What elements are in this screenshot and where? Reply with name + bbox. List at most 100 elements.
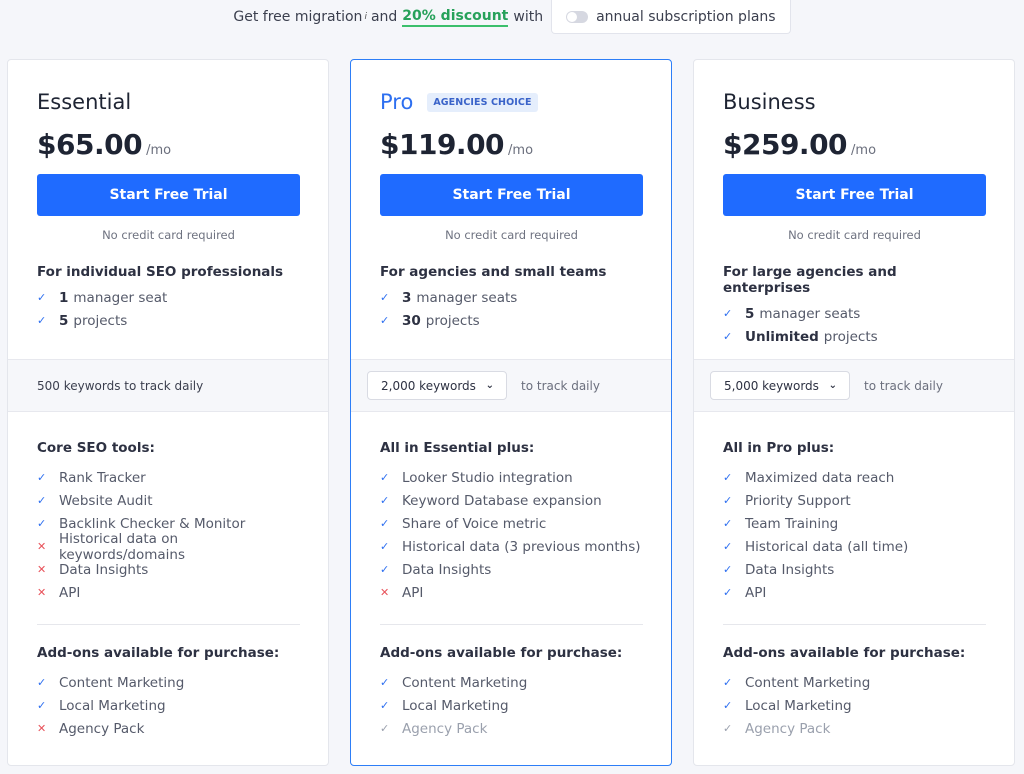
start-free-trial-button[interactable]: Start Free Trial bbox=[723, 174, 986, 216]
price-period: /mo bbox=[851, 143, 877, 158]
promo-mid: and bbox=[370, 9, 398, 25]
plan-price: $119.00 bbox=[380, 128, 505, 161]
discount-highlight: 20% discount bbox=[402, 8, 509, 27]
check-icon: ✓ bbox=[723, 586, 733, 599]
addon-label: Content Marketing bbox=[745, 674, 871, 691]
feature-item: ✓ Maximized data reach bbox=[723, 466, 986, 489]
price-period: /mo bbox=[508, 143, 534, 158]
limit-item: ✓ 3 manager seats bbox=[380, 286, 642, 309]
check-icon: ✓ bbox=[380, 722, 390, 735]
plan-name: Essential bbox=[37, 90, 132, 114]
feature-item: ✓ Data Insights bbox=[723, 558, 986, 581]
check-icon: ✓ bbox=[723, 330, 733, 343]
no-credit-card-note: No credit card required bbox=[788, 228, 921, 242]
feature-label: Data Insights bbox=[59, 561, 149, 578]
plan-audience: For large agencies and enterprises bbox=[723, 264, 897, 296]
check-icon: ✓ bbox=[380, 676, 390, 689]
feature-label: API bbox=[402, 584, 424, 601]
price-period: /mo bbox=[146, 143, 172, 158]
keywords-dropdown[interactable]: 2,000 keywords ⌄ bbox=[367, 371, 507, 400]
features-title: All in Pro plus: bbox=[723, 440, 835, 456]
keywords-dropdown[interactable]: 5,000 keywords ⌄ bbox=[710, 371, 850, 400]
addon-label: Local Marketing bbox=[745, 697, 852, 714]
addons-list: ✓ Content Marketing ✓ Local Marketing ✓ Agenc… bbox=[380, 671, 643, 740]
addon-label: Content Marketing bbox=[402, 674, 528, 691]
feature-label: Looker Studio integration bbox=[402, 469, 573, 486]
keywords-selected: 2,000 keywords bbox=[381, 378, 476, 393]
plan-price: $65.00 bbox=[37, 128, 143, 161]
limit-label: manager seat bbox=[73, 289, 168, 306]
check-icon: ✓ bbox=[37, 517, 47, 530]
limit-value: 5 bbox=[745, 305, 755, 322]
feature-item: ✓ Website Audit bbox=[37, 489, 300, 512]
cross-icon: ✕ bbox=[37, 586, 47, 599]
feature-label: API bbox=[745, 584, 767, 601]
price-row: $119.00/mo bbox=[380, 128, 642, 162]
limit-value: 3 bbox=[402, 289, 412, 306]
keywords-suffix: to track daily bbox=[864, 378, 943, 393]
check-icon: ✓ bbox=[723, 307, 733, 320]
section-divider bbox=[37, 624, 300, 625]
check-icon: ✓ bbox=[723, 517, 733, 530]
feature-label: Data Insights bbox=[745, 561, 835, 578]
cross-icon: ✕ bbox=[37, 563, 47, 576]
features-list: ✓ Maximized data reach ✓ Priority Support ✓ T… bbox=[723, 466, 986, 604]
addon-item: ✓ Local Marketing bbox=[723, 694, 986, 717]
feature-item: ✓ Historical data (3 previous months) bbox=[380, 535, 643, 558]
features-title: All in Essential plus: bbox=[380, 440, 535, 456]
cross-icon: ✕ bbox=[37, 722, 47, 735]
cross-icon: ✕ bbox=[37, 540, 47, 553]
feature-item: ✓ Historical data (all time) bbox=[723, 535, 986, 558]
plan-limits: ✓ 5 manager seats ✓ Unlimited projects bbox=[723, 302, 985, 348]
check-icon: ✓ bbox=[380, 291, 390, 304]
plan-audience: For agencies and small teams bbox=[380, 264, 607, 280]
plan-price: $259.00 bbox=[723, 128, 848, 161]
feature-label: Data Insights bbox=[402, 561, 492, 578]
limit-label: projects bbox=[73, 312, 128, 329]
no-credit-card-note: No credit card required bbox=[102, 228, 235, 242]
feature-label: Historical data on keywords/domains bbox=[59, 530, 185, 563]
cross-icon: ✕ bbox=[380, 586, 390, 599]
annual-plans-toggle[interactable] bbox=[566, 10, 589, 23]
plan-limits: ✓ 3 manager seats ✓ 30 projects bbox=[380, 286, 642, 332]
no-credit-card-note: No credit card required bbox=[445, 228, 578, 242]
feature-label: Rank Tracker bbox=[59, 469, 146, 486]
addon-label: Agency Pack bbox=[402, 720, 488, 737]
check-icon: ✓ bbox=[37, 676, 47, 689]
feature-label: Historical data (3 previous months) bbox=[402, 538, 641, 555]
feature-item: ✓ Rank Tracker bbox=[37, 466, 300, 489]
addon-item: ✓ Agency Pack bbox=[380, 717, 643, 740]
check-icon: ✓ bbox=[37, 471, 47, 484]
addons-title: Add-ons available for purchase: bbox=[37, 645, 280, 661]
limit-item: ✓ 5 projects bbox=[37, 309, 299, 332]
feature-label: Maximized data reach bbox=[745, 469, 895, 486]
plan-features-section: Core SEO tools: ✓ Rank Tracker ✓ Website Aud… bbox=[37, 440, 300, 740]
info-icon[interactable]: i bbox=[364, 12, 367, 22]
chevron-down-icon: ⌄ bbox=[485, 380, 494, 391]
annual-plans-toggle-box[interactable]: annual subscription plans bbox=[551, 0, 791, 34]
addon-item: ✓ Content Marketing bbox=[37, 671, 300, 694]
addons-title: Add-ons available for purchase: bbox=[723, 645, 966, 661]
plan-card-pro: Pro AGENCIES CHOICE $119.00/mo Start Free T… bbox=[350, 59, 672, 766]
feature-item: ✓ Keyword Database expansion bbox=[380, 489, 643, 512]
limit-label: manager seats bbox=[416, 289, 518, 306]
limit-value: 5 bbox=[59, 312, 69, 329]
feature-item: ✕ API bbox=[37, 581, 300, 604]
plan-header: Essential bbox=[37, 90, 299, 114]
start-free-trial-button[interactable]: Start Free Trial bbox=[37, 174, 300, 216]
feature-label: Historical data (all time) bbox=[745, 538, 909, 555]
addon-item: ✓ Content Marketing bbox=[723, 671, 986, 694]
check-icon: ✓ bbox=[723, 540, 733, 553]
plan-limits: ✓ 1 manager seat ✓ 5 projects bbox=[37, 286, 299, 332]
check-icon: ✓ bbox=[37, 494, 47, 507]
addon-label: Local Marketing bbox=[402, 697, 509, 714]
feature-label: Share of Voice metric bbox=[402, 515, 547, 532]
check-icon: ✓ bbox=[380, 563, 390, 576]
check-icon: ✓ bbox=[723, 494, 733, 507]
addon-label: Content Marketing bbox=[59, 674, 185, 691]
limit-label: projects bbox=[425, 312, 480, 329]
feature-item: ✓ Team Training bbox=[723, 512, 986, 535]
limit-value: 1 bbox=[59, 289, 69, 306]
start-free-trial-button[interactable]: Start Free Trial bbox=[380, 174, 643, 216]
keywords-row: 500 keywords to track daily bbox=[8, 359, 328, 412]
